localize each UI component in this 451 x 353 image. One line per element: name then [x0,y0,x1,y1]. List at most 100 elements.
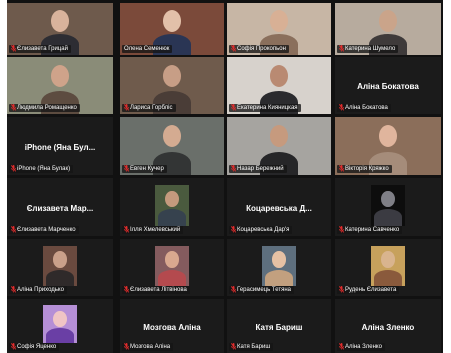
mic-muted-icon [124,286,129,293]
participant-name-label: Евген Кучер [122,165,167,173]
participant-tile[interactable]: Коцаревська Д... Коцаревська Дар'я [227,178,331,236]
participant-tile[interactable]: Евген Кучер [120,117,224,175]
participant-video [262,245,296,286]
person-head [272,251,286,268]
participant-name-text: Єлизавета Марченко [17,227,76,233]
participant-tile[interactable]: Вікторія Кряжко [335,117,441,175]
participant-name-label: Єлизавета Літвінова [122,286,190,294]
person-body [45,328,75,344]
participant-name-label: Мозгова Аліна [122,343,174,351]
participant-name-label: Аліна Приходько [9,286,67,294]
participant-name-text: Єлизавета Грицай [17,46,68,52]
participant-name-text: Олена Семенюк [124,46,170,52]
participant-name-text: Мозгова Аліна [130,344,171,350]
participant-name-text: Людмила Ромащенко [17,105,77,111]
participant-tile[interactable]: Софія Прокопьон [227,3,331,55]
mic-muted-icon [11,45,16,52]
participant-tile[interactable]: Софія Яценко [7,299,113,353]
participant-name-label: Герасимець Тетяна [229,286,295,294]
participant-name-text: Аліна Зленко [345,344,382,350]
participant-tile[interactable]: Катя Бариш Катя Бариш [227,299,331,353]
participant-display-name: Мозгова Аліна [143,322,201,332]
person-body [157,209,187,226]
participant-tile[interactable]: Єлизавета Літвінова [120,239,224,296]
participant-name-label: Катерина Савченко [337,226,403,234]
participant-name-text: Катерина Шумело [345,46,396,52]
person-body [157,269,187,286]
participant-tile[interactable]: Катерина Шумело [335,3,441,55]
participant-tile[interactable]: Екатерина Кияницкая [227,57,331,114]
mic-muted-icon [11,286,16,293]
participant-tile[interactable]: Мозгова Аліна Мозгова Аліна [120,299,224,353]
participant-tile[interactable]: Єлизавета Мар... Єлизавета Марченко [7,178,113,236]
person-head [165,190,179,208]
mic-muted-icon [339,343,344,350]
participant-name-text: Назар Бережний [237,166,284,172]
mic-muted-icon [339,165,344,172]
participant-name-label: Катя Бариш [229,343,274,351]
participant-name-text: Аліна Приходько [17,287,64,293]
participant-tile[interactable]: Олена Семенюк [120,3,224,55]
participant-name-label: Катерина Шумело [337,45,399,53]
participant-video [155,245,189,286]
participant-tile[interactable]: iPhone (Яна Бул... iPhone (Яна Булак) [7,117,113,175]
participant-name-text: Екатерина Кияницкая [237,105,298,111]
person-body [373,209,403,226]
participant-name-label: Рудень Єлизавета [337,286,400,294]
participant-name-text: Катя Бариш [237,344,271,350]
participant-tile[interactable]: Ілля Хмелевський [120,178,224,236]
person-head [381,190,395,208]
participant-tile[interactable]: Герасимець Тетяна [227,239,331,296]
participant-tile[interactable]: Рудень Єлизавета [335,239,441,296]
video-gallery: Єлизавета Грицай Олена Семенюк Софія Проко… [7,0,443,353]
mic-muted-icon [231,226,236,233]
participant-tile[interactable]: Назар Бережний [227,117,331,175]
participant-name-text: Ілля Хмелевський [130,227,181,233]
participant-name-label: Назар Бережний [229,165,287,173]
mic-muted-icon [231,286,236,293]
participant-name-text: Єлизавета Літвінова [130,287,187,293]
participant-name-label: Коцаревська Дар'я [229,226,293,234]
participant-name-label: Софія Яценко [9,343,60,351]
participant-name-label: iPhone (Яна Булак) [9,165,74,173]
participant-tile[interactable]: Аліна Зленко Аліна Зленко [335,299,441,353]
participant-display-name: Катя Бариш [255,322,303,332]
mic-muted-icon [124,343,129,350]
mic-muted-icon [339,45,344,52]
person-head [53,310,67,328]
participant-tile[interactable]: Єлизавета Грицай [7,3,113,55]
participant-name-text: Аліна Бокатова [345,105,388,111]
participant-name-text: Катерина Савченко [345,227,400,233]
participant-video [155,184,189,226]
person-head [162,125,182,148]
participant-name-label: Людмила Ромащенко [9,104,80,112]
mic-muted-icon [231,104,236,111]
mic-muted-icon [11,104,16,111]
participant-tile[interactable]: Лариса Горбліс [120,57,224,114]
participant-name-label: Аліна Бокатова [337,104,391,112]
mic-muted-icon [11,343,16,350]
participant-video [371,184,405,226]
participant-name-label: Аліна Зленко [337,343,385,351]
participant-name-label: Єлизавета Марченко [9,226,79,234]
person-head [162,64,182,88]
mic-muted-icon [231,165,236,172]
mic-muted-icon [124,165,129,172]
person-head [50,64,70,88]
mic-muted-icon [231,45,236,52]
participant-video [371,245,405,286]
participant-tile[interactable]: Катерина Савченко [335,178,441,236]
participant-tile[interactable]: Людмила Ромащенко [7,57,113,114]
mic-muted-icon [11,226,16,233]
participant-name-text: Герасимець Тетяна [237,287,292,293]
person-head [269,10,289,33]
person-body [373,269,403,286]
mic-muted-icon [11,165,16,172]
participant-display-name: iPhone (Яна Бул... [24,142,96,152]
participant-name-text: Рудень Єлизавета [345,287,397,293]
participant-tile[interactable]: Аліна Приходько [7,239,113,296]
person-head [378,125,398,148]
participant-tile[interactable]: Аліна Бокатова Аліна Бокатова [335,57,441,114]
participant-video [43,245,77,286]
person-head [381,251,395,268]
